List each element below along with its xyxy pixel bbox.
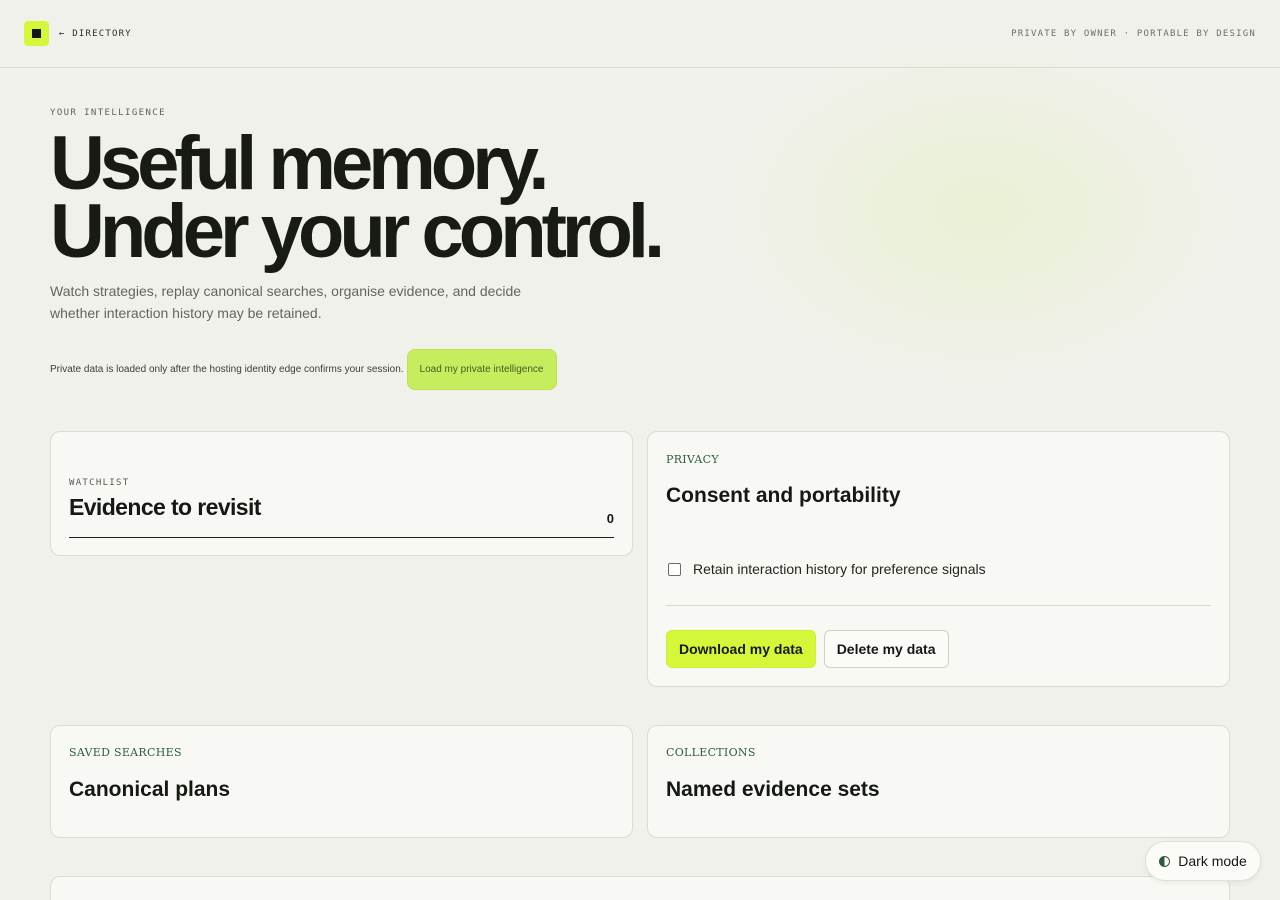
hero-eyebrow: YOUR INTELLIGENCE <box>50 108 166 118</box>
square-logo-icon[interactable] <box>24 21 49 46</box>
hero-headline: Useful memory. Under your control. <box>50 121 750 274</box>
hero-lede: Watch strategies, replay canonical searc… <box>50 283 522 321</box>
background-glow <box>700 20 1260 400</box>
privacy-actions: Download my data Delete my data <box>666 630 949 668</box>
load-note: Private data is loaded only after the ho… <box>50 364 404 375</box>
watchlist-divider <box>69 537 614 538</box>
watchlist-label: WATCHLIST <box>69 478 130 488</box>
retain-history-checkbox[interactable] <box>668 562 681 576</box>
headline-line-1: Useful memory. <box>50 121 550 206</box>
headline-line-2: Under your control. <box>50 189 665 274</box>
collections-label: COLLECTIONS <box>666 746 756 759</box>
watchlist-card: WATCHLIST Evidence to revisit 0 <box>50 431 633 556</box>
load-private-intelligence-button[interactable]: Load my private intelligence <box>406 349 557 390</box>
saved-searches-title: Canonical plans <box>69 778 231 801</box>
load-row: Private data is loaded only after the ho… <box>50 349 557 390</box>
directory-back-link[interactable]: ← DIRECTORY <box>59 29 132 39</box>
consent-row[interactable]: Retain interaction history for preferenc… <box>668 561 986 577</box>
collections-card: COLLECTIONS Named evidence sets <box>647 725 1230 838</box>
delete-data-button[interactable]: Delete my data <box>823 630 949 668</box>
saved-searches-label: SAVED SEARCHES <box>69 746 182 759</box>
dark-mode-label: Dark mode <box>1178 853 1247 869</box>
consent-label: Retain interaction history for preferenc… <box>693 561 986 577</box>
privacy-divider <box>666 605 1211 606</box>
privacy-label: PRIVACY <box>666 453 719 466</box>
header-tagline: PRIVATE BY OWNER · PORTABLE BY DESIGN <box>1011 28 1256 39</box>
top-bar: ← DIRECTORY PRIVATE BY OWNER · PORTABLE … <box>0 0 1280 68</box>
half-circle-icon <box>1159 855 1171 867</box>
privacy-card: PRIVACY Consent and portability Retain i… <box>647 431 1230 687</box>
hero: YOUR INTELLIGENCE Useful memory. Under y… <box>50 108 750 324</box>
watchlist-title: Evidence to revisit <box>69 494 261 520</box>
collections-title: Named evidence sets <box>666 778 880 801</box>
brand: ← DIRECTORY <box>24 21 132 46</box>
privacy-title: Consent and portability <box>666 484 901 507</box>
watchlist-count: 0 <box>606 511 614 526</box>
dark-mode-toggle[interactable]: Dark mode <box>1145 841 1261 881</box>
download-data-button[interactable]: Download my data <box>666 630 816 668</box>
saved-searches-card: SAVED SEARCHES Canonical plans <box>50 725 633 838</box>
lower-card <box>50 876 1230 900</box>
